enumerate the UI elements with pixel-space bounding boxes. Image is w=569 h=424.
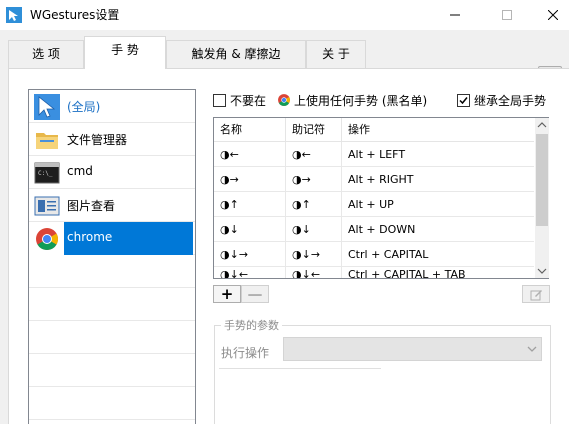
table-scrollbar[interactable] — [535, 118, 549, 278]
exec-action-label: 执行操作 — [221, 346, 270, 360]
svg-text:C:\_: C:\_ — [38, 170, 53, 177]
column-header-mnemonic[interactable]: 助记符 — [286, 118, 342, 142]
edit-icon — [530, 290, 542, 301]
app-list[interactable]: (全局) 文件管理器 C:\_ cmd 图片查看 chrome — [28, 89, 196, 424]
check-icon — [459, 97, 468, 105]
app-list-empty-row — [29, 387, 195, 420]
inherit-global-checkbox[interactable] — [457, 94, 470, 107]
cell-action: Alt + RIGHT — [348, 173, 414, 186]
app-list-empty-row — [29, 321, 195, 354]
chrome-icon — [36, 228, 58, 250]
cell-name: ◑← — [214, 142, 286, 167]
chrome-icon — [278, 94, 290, 106]
scroll-thumb[interactable] — [536, 134, 548, 226]
app-label: chrome — [67, 230, 113, 244]
column-header-name[interactable]: 名称 — [214, 118, 286, 142]
app-item-cmd[interactable]: C:\_ cmd — [29, 156, 195, 189]
cell-action: Alt + UP — [348, 198, 394, 211]
cell-mnemonic: ◑↓← — [286, 267, 342, 278]
maximize-icon — [502, 10, 512, 20]
inherit-global-label: 继承全局手势 — [474, 94, 547, 108]
close-icon — [548, 10, 558, 20]
wgestures-app-icon — [6, 7, 22, 23]
cell-name: ◑↓ — [214, 217, 286, 242]
add-gesture-button[interactable]: + — [213, 285, 241, 303]
disable-suffix-label: 上使用任何手势 (黑名单) — [294, 94, 428, 108]
scroll-down-icon[interactable] — [535, 264, 549, 278]
window-title: WGestures设置 — [30, 8, 120, 22]
app-label: 文件管理器 — [67, 133, 128, 147]
table-row[interactable]: ◑↓ ◑↓ Alt + DOWN — [214, 217, 534, 242]
tab-bar: 选 项 手 势 触发角 & 摩擦边 关 于 — [0, 30, 569, 90]
app-label: cmd — [67, 164, 93, 178]
minimize-icon — [450, 14, 460, 16]
app-list-empty-row — [29, 288, 195, 321]
terminal-icon: C:\_ — [34, 162, 60, 184]
table-row[interactable]: ◑→ ◑→ Alt + RIGHT — [214, 167, 534, 192]
remove-gesture-button[interactable]: — — [241, 285, 269, 303]
scroll-up-icon[interactable] — [535, 118, 549, 132]
divider — [219, 368, 381, 369]
gesture-table[interactable]: 名称 助记符 操作 ◑← ◑← Alt + LEFT ◑→ ◑→ Alt + R… — [213, 117, 549, 279]
gestures-panel: (全局) 文件管理器 C:\_ cmd 图片查看 chrome 不要在 上使用任… — [8, 68, 569, 424]
tab-hot-corners[interactable]: 触发角 & 摩擦边 — [166, 40, 306, 68]
cell-mnemonic: ◑↓ — [286, 217, 342, 242]
app-item-chrome[interactable]: chrome — [29, 222, 195, 255]
table-row[interactable]: ◑↑ ◑↑ Alt + UP — [214, 192, 534, 217]
gesture-params-title: 手势的参数 — [221, 317, 282, 333]
cell-mnemonic: ◑← — [286, 142, 342, 167]
app-list-empty-row — [29, 255, 195, 288]
minimize-button[interactable] — [432, 0, 478, 30]
cell-mnemonic: ◑↑ — [286, 192, 342, 217]
cell-mnemonic: ◑↓→ — [286, 242, 342, 267]
edit-gesture-button[interactable] — [522, 285, 550, 303]
cell-name: ◑↑ — [214, 192, 286, 217]
app-label: (全局) — [67, 100, 101, 114]
tab-about[interactable]: 关 于 — [306, 40, 366, 68]
app-list-empty-row — [29, 354, 195, 387]
title-bar: WGestures设置 — [0, 0, 569, 30]
cell-name: ◑→ — [214, 167, 286, 192]
cell-action: Ctrl + CAPITAL + TAB — [348, 268, 466, 278]
chevron-down-icon — [527, 346, 537, 352]
exec-action-select[interactable] — [283, 337, 542, 361]
maximize-button[interactable] — [484, 0, 530, 30]
folder-icon — [36, 133, 58, 149]
column-header-action[interactable]: 操作 — [342, 118, 534, 142]
app-item-global[interactable]: (全局) — [29, 90, 195, 123]
app-item-file-manager[interactable]: 文件管理器 — [29, 123, 195, 156]
table-header: 名称 助记符 操作 — [214, 118, 534, 142]
table-row[interactable]: ◑↓→ ◑↓→ Ctrl + CAPITAL — [214, 242, 534, 267]
image-viewer-icon — [34, 196, 60, 216]
close-button[interactable] — [530, 0, 569, 30]
cell-name: ◑↓← — [214, 267, 286, 278]
cell-mnemonic: ◑→ — [286, 167, 342, 192]
cell-action: Alt + DOWN — [348, 223, 416, 236]
tab-options[interactable]: 选 项 — [8, 40, 84, 68]
app-label: 图片查看 — [67, 199, 116, 213]
table-row[interactable]: ◑← ◑← Alt + LEFT — [214, 142, 534, 167]
tab-gestures[interactable]: 手 势 — [84, 36, 166, 69]
cell-action: Alt + LEFT — [348, 148, 406, 161]
cell-action: Ctrl + CAPITAL — [348, 248, 429, 261]
table-row[interactable]: ◑↓← ◑↓← Ctrl + CAPITAL + TAB — [214, 267, 534, 278]
app-item-image-viewer[interactable]: 图片查看 — [29, 189, 195, 222]
cell-name: ◑↓→ — [214, 242, 286, 267]
cursor-icon — [34, 94, 60, 120]
disable-prefix-label: 不要在 — [230, 94, 267, 108]
disable-gestures-checkbox[interactable] — [213, 94, 226, 107]
